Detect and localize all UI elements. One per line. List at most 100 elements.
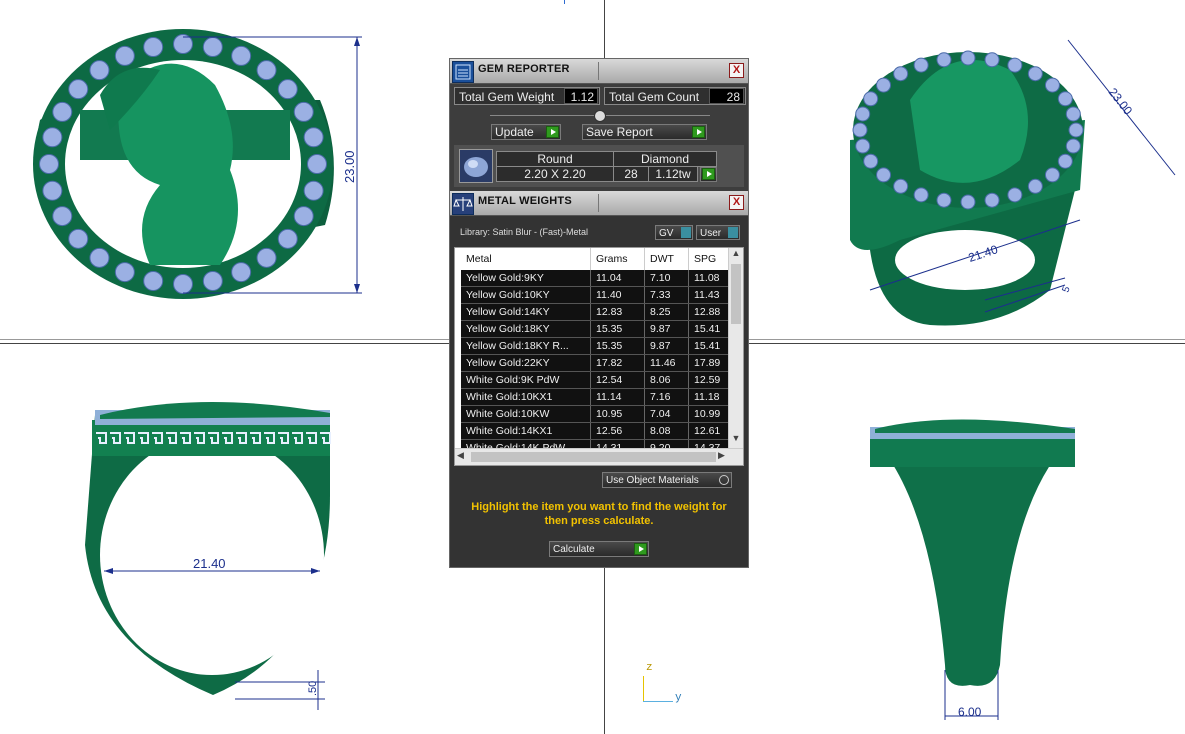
gem-stone xyxy=(960,194,976,210)
user-toggle-indicator xyxy=(728,227,738,238)
gem-stone xyxy=(68,228,89,249)
viewport-side[interactable]: 6.00 xyxy=(750,345,1185,734)
diamond-thumbnail-icon xyxy=(459,149,493,183)
gem-reporter-titlebar[interactable]: GEM REPORTER X xyxy=(450,59,748,84)
gem-stone xyxy=(114,262,135,283)
table-row[interactable]: Yellow Gold:22KY 17.82 11.46 17.89 xyxy=(461,354,731,372)
gem-stone xyxy=(89,60,110,81)
gem-stone xyxy=(1007,57,1023,73)
gem-stone xyxy=(1065,138,1081,154)
gem-stone xyxy=(876,77,892,93)
update-play-icon xyxy=(546,126,559,138)
calculate-play-icon xyxy=(634,543,647,555)
scroll-down-icon[interactable]: ▼ xyxy=(730,433,742,445)
metal-cell: White Gold:9K PdW xyxy=(461,371,591,389)
metal-weights-title: METAL WEIGHTS xyxy=(478,195,572,207)
viewport-top[interactable]: 23.00 xyxy=(0,0,448,338)
spg-cell: 15.41 xyxy=(688,320,731,338)
table-row[interactable]: Yellow Gold:10KY 11.40 7.33 11.43 xyxy=(461,286,731,304)
gem-row-go-button[interactable] xyxy=(700,167,717,182)
gem-stone xyxy=(52,101,73,122)
dwt-cell: 8.25 xyxy=(644,303,689,321)
vertical-scrollbar[interactable]: ▲ ▼ xyxy=(728,248,743,448)
dimension-height-label: 23.00 xyxy=(342,150,357,183)
viewport-perspective[interactable]: 23.00 21.40 5 xyxy=(750,0,1185,338)
calculate-button[interactable]: Calculate xyxy=(549,541,649,557)
dwt-cell: 8.06 xyxy=(644,371,689,389)
gem-reporter-icon xyxy=(452,61,474,83)
gem-size: 2.20 X 2.20 xyxy=(496,166,614,182)
gem-stone xyxy=(984,192,1000,208)
scroll-right-icon[interactable]: ▶ xyxy=(718,450,725,461)
horizontal-scroll-thumb[interactable] xyxy=(471,452,716,462)
horizontal-scrollbar[interactable]: ◀ ▶ xyxy=(455,448,743,465)
column-header-metal[interactable]: Metal xyxy=(461,248,591,270)
table-row[interactable]: White Gold:14KX1 12.56 8.08 12.61 xyxy=(461,422,731,440)
metal-weights-close-icon[interactable]: X xyxy=(729,195,744,210)
calculate-hint: Highlight the item you want to find the … xyxy=(471,501,727,527)
gem-reporter-panel: GEM REPORTER X Total Gem Weight 1.12 Tot… xyxy=(449,58,749,568)
metal-table-container[interactable]: Metal Grams DWT SPG Yellow Gold:9KY 11.04… xyxy=(454,247,744,466)
library-label: Library: Satin Blur - (Fast)-Metal xyxy=(460,227,589,237)
column-header-dwt[interactable]: DWT xyxy=(644,248,689,270)
column-header-grams[interactable]: Grams xyxy=(590,248,645,270)
total-gem-count-value: 28 xyxy=(709,88,744,104)
table-row[interactable]: White Gold:9K PdW 12.54 8.06 12.59 xyxy=(461,371,731,389)
metal-weights-titlebar[interactable]: METAL WEIGHTS X xyxy=(450,191,748,216)
gem-stone xyxy=(293,206,314,227)
gem-stone xyxy=(42,180,63,201)
update-button[interactable]: Update xyxy=(491,124,561,140)
gem-stone xyxy=(1057,153,1073,169)
metal-cell: Yellow Gold:14KY xyxy=(461,303,591,321)
metal-cell: Yellow Gold:10KY xyxy=(461,286,591,304)
dwt-cell: 7.16 xyxy=(644,388,689,406)
gem-stone xyxy=(1007,187,1023,203)
gem-row[interactable]: Round Diamond 2.20 X 2.20 28 1.12tw xyxy=(454,145,744,187)
grams-cell: 12.56 xyxy=(590,422,645,440)
gem-weight: 1.12tw xyxy=(648,166,698,182)
column-header-spg[interactable]: SPG xyxy=(688,248,731,270)
calculate-label: Calculate xyxy=(553,544,595,555)
table-row[interactable]: Yellow Gold:18KY R... 15.35 9.87 15.41 xyxy=(461,337,731,355)
scroll-left-icon[interactable]: ◀ xyxy=(457,450,464,461)
table-row[interactable]: Yellow Gold:9KY 11.04 7.10 11.08 xyxy=(461,270,731,287)
gem-stone xyxy=(202,37,223,58)
gem-stone xyxy=(1044,77,1060,93)
gem-stone xyxy=(913,57,929,73)
table-row[interactable]: Yellow Gold:14KY 12.83 8.25 12.88 xyxy=(461,303,731,321)
vertical-scroll-thumb[interactable] xyxy=(731,264,741,324)
dwt-cell: 7.10 xyxy=(644,270,689,287)
table-row[interactable]: White Gold:10KW 10.95 7.04 10.99 xyxy=(461,405,731,423)
metal-weights-table: Metal Grams DWT SPG Yellow Gold:9KY 11.04… xyxy=(461,248,731,457)
save-report-button[interactable]: Save Report xyxy=(582,124,707,140)
dimension-band-label: .50 xyxy=(307,681,319,696)
slider-handle[interactable] xyxy=(594,110,606,122)
scale-icon xyxy=(452,193,474,215)
save-report-label: Save Report xyxy=(586,125,653,139)
gem-stone xyxy=(1044,167,1060,183)
save-report-play-icon xyxy=(692,126,705,138)
gem-row-play-icon xyxy=(702,168,715,180)
gv-toggle[interactable]: GV xyxy=(655,225,693,240)
use-object-materials-toggle[interactable]: Use Object Materials xyxy=(602,472,732,488)
gem-stone xyxy=(68,79,89,100)
user-toggle[interactable]: User xyxy=(696,225,740,240)
gem-stone xyxy=(173,274,193,294)
grams-cell: 15.35 xyxy=(590,320,645,338)
gem-stone xyxy=(89,247,110,268)
metal-cell: Yellow Gold:9KY xyxy=(461,270,591,287)
spg-cell: 15.41 xyxy=(688,337,731,355)
metal-weights-body: Library: Satin Blur - (Fast)-Metal GV Us… xyxy=(450,216,748,567)
dwt-cell: 7.04 xyxy=(644,405,689,423)
viewport-front[interactable]: 21.40 .50 xyxy=(0,345,448,734)
grams-cell: 11.40 xyxy=(590,286,645,304)
spg-cell: 12.61 xyxy=(688,422,731,440)
metal-cell: White Gold:10KX1 xyxy=(461,388,591,406)
metal-table-body: Yellow Gold:9KY 11.04 7.10 11.08 Yellow Gold… xyxy=(461,270,731,457)
axis-y-label: y xyxy=(675,692,682,704)
scroll-up-icon[interactable]: ▲ xyxy=(730,248,742,260)
gem-reporter-close-icon[interactable]: X xyxy=(729,63,744,78)
top-marker xyxy=(564,0,565,4)
table-row[interactable]: Yellow Gold:18KY 15.35 9.87 15.41 xyxy=(461,320,731,338)
table-row[interactable]: White Gold:10KX1 11.14 7.16 11.18 xyxy=(461,388,731,406)
